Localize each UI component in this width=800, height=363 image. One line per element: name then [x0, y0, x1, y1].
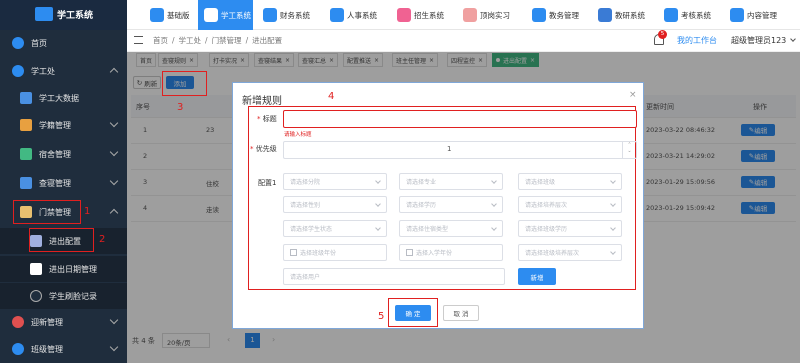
dorm-type-select[interactable]: 请选择住宿类型	[399, 220, 503, 237]
topnav-hr[interactable]: 人事系统	[330, 0, 377, 30]
breadcrumb-xuegong[interactable]: 学工处	[179, 35, 202, 46]
dorm-icon	[20, 148, 32, 160]
book-icon	[20, 119, 32, 131]
highlight-add-button	[162, 71, 207, 96]
sidebar-item-class[interactable]: 班级管理	[0, 336, 127, 362]
priority-value: 1	[447, 145, 452, 153]
student-icon	[204, 8, 218, 22]
chevron-down-icon	[109, 176, 119, 186]
chevron-up-icon	[109, 67, 119, 77]
class-education-select[interactable]: 请选择班级学历	[518, 220, 622, 237]
annotation-2: 2	[99, 234, 106, 245]
user-select[interactable]: 请选择用户	[283, 268, 505, 285]
sidebar-item-xueji[interactable]: 学籍管理	[0, 112, 127, 138]
stepper-arrows-icon[interactable]: ⌃ ⌄	[622, 142, 636, 158]
annotation-1: 1	[84, 206, 91, 217]
breadcrumb-home[interactable]: 首页	[153, 35, 168, 46]
person-icon	[330, 8, 344, 22]
sidebar-item-dorm[interactable]: 宿舍管理	[0, 141, 127, 167]
app-title: 学工系统	[57, 11, 94, 21]
breadcrumb: 首页 / 学工处 / 门禁管理 / 进出配置	[153, 35, 283, 46]
home-icon	[150, 8, 164, 22]
brand: 学工系统	[0, 0, 127, 30]
enroll-year-picker[interactable]: 选择入学年份	[399, 244, 503, 261]
title-error: 请输入标题	[284, 132, 312, 138]
sidebar-item-in-out-date[interactable]: 进出日期管理	[0, 256, 127, 282]
sidebar-item-face-record[interactable]: 学生刷脸记录	[0, 283, 127, 309]
annotation-4: 4	[328, 91, 335, 102]
annotation-5: 5	[378, 311, 385, 322]
sidebar-item-bigdata[interactable]: 学工大数据	[0, 85, 127, 111]
workbench-link[interactable]: 我的工作台	[677, 35, 717, 46]
cancel-button[interactable]: 取 消	[443, 305, 479, 321]
welcome-icon	[12, 316, 24, 328]
chevron-down-icon	[109, 147, 119, 157]
gender-select[interactable]: 请选择性别	[283, 196, 387, 213]
close-icon[interactable]: ×	[629, 90, 637, 100]
topnav-finance[interactable]: 财务系统	[263, 0, 310, 30]
topnav-internship[interactable]: 顶岗实习	[463, 0, 510, 30]
major-select[interactable]: 请选择专业	[399, 173, 503, 190]
menu-toggle-icon[interactable]	[134, 36, 143, 44]
topnav-research[interactable]: 教研系统	[598, 0, 645, 30]
calendar-icon	[406, 249, 413, 256]
finance-icon	[263, 8, 277, 22]
content-icon	[730, 8, 744, 22]
check-icon	[20, 177, 32, 189]
class-icon	[12, 343, 24, 355]
graduation-cap-icon	[532, 8, 546, 22]
enrollment-icon	[397, 8, 411, 22]
highlight-in-out-config	[29, 228, 94, 252]
notification-badge: 5	[658, 30, 667, 39]
priority-label: * 优先级	[250, 145, 277, 153]
highlight-access-control	[13, 200, 81, 224]
training-level-select[interactable]: 请选择培养层次	[518, 196, 622, 213]
face-icon	[30, 290, 42, 302]
chevron-down-icon	[109, 315, 119, 325]
dialog-title: 新增规则	[242, 96, 282, 107]
student-status-select[interactable]: 请选择学生状态	[283, 220, 387, 237]
chevron-down-icon	[109, 118, 119, 128]
topnav-assessment[interactable]: 考核系统	[664, 0, 711, 30]
chevron-up-icon	[109, 208, 119, 218]
content-header: 首页 / 学工处 / 门禁管理 / 进出配置 5 我的工作台 超级管理员123	[127, 30, 800, 52]
breadcrumb-current: 进出配置	[252, 36, 283, 45]
college-select[interactable]: 请选择分院	[283, 173, 387, 190]
research-icon	[598, 8, 612, 22]
internship-icon	[463, 8, 477, 22]
user-menu[interactable]: 超级管理员123	[731, 35, 786, 46]
add-rule-dialog: 新增规则 4 × * 标题 请输入标题 * 优先级 1 ⌃ ⌄ 配置1 请选择分院…	[232, 82, 644, 329]
calendar-icon	[290, 249, 297, 256]
confirm-button[interactable]: 确 定	[395, 305, 431, 321]
class-select[interactable]: 请选择班级	[518, 173, 622, 190]
sidebar-item-chaqin[interactable]: 查寝管理	[0, 170, 127, 196]
sidebar-item-welcome[interactable]: 迎新管理	[0, 309, 127, 335]
topnav-academic[interactable]: 教务管理	[532, 0, 579, 30]
chevron-down-icon	[109, 342, 119, 352]
sidebar-item-home[interactable]: 首页	[0, 30, 127, 56]
class-year-picker[interactable]: 选择班级年份	[283, 244, 387, 261]
annotation-3: 3	[177, 102, 184, 113]
chevron-down-icon[interactable]	[790, 36, 796, 42]
class-training-level-select[interactable]: 请选择班级培养层次	[518, 244, 622, 261]
home-icon	[12, 37, 24, 49]
topnav-xuegong[interactable]: 学工系统	[198, 0, 253, 30]
topnav-enrollment[interactable]: 招生系统	[397, 0, 444, 30]
title-label: * 标题	[257, 115, 277, 123]
breadcrumb-access[interactable]: 门禁管理	[212, 35, 242, 46]
education-select[interactable]: 请选择学历	[399, 196, 503, 213]
priority-stepper[interactable]: 1 ⌃ ⌄	[283, 141, 637, 159]
topnav-content[interactable]: 内容管理	[730, 0, 777, 30]
home-icon	[20, 92, 32, 104]
add-config-button[interactable]: 新增	[518, 268, 556, 285]
logo-icon	[35, 7, 53, 21]
sidebar-item-xuegongchu[interactable]: 学工处	[0, 58, 127, 84]
calendar-icon	[30, 263, 42, 275]
title-input[interactable]	[283, 110, 637, 128]
config-label: 配置1	[258, 179, 277, 187]
assessment-icon	[664, 8, 678, 22]
student-icon	[12, 65, 24, 77]
